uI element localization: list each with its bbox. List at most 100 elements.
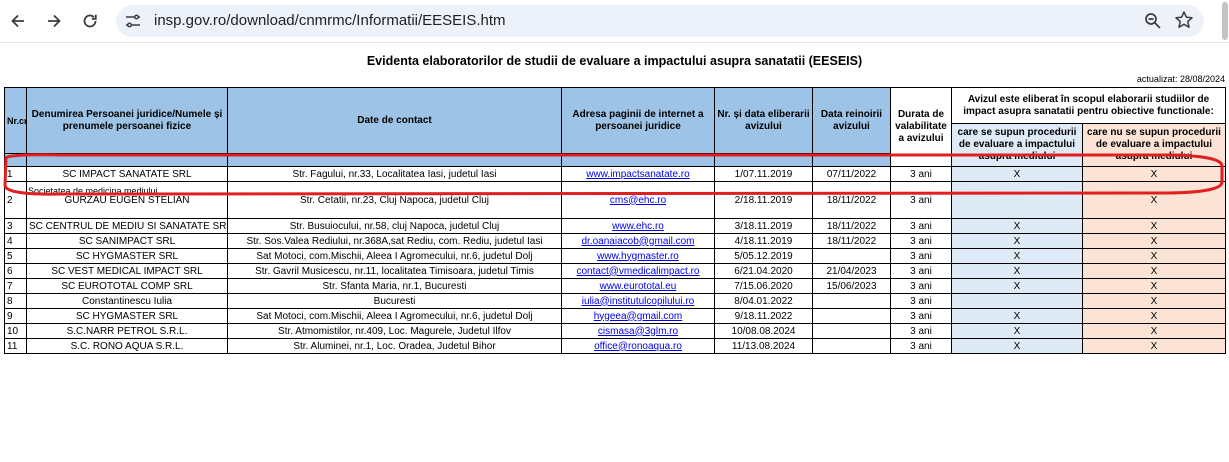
cell-web-link[interactable]: contact@vmedicalimpact.ro bbox=[577, 266, 700, 277]
table-row: 5 SC HYGMASTER SRL Sat Motoci, com.Misch… bbox=[4, 248, 1226, 264]
cell-name: SC VEST MEDICAL IMPACT SRL bbox=[26, 263, 228, 279]
cell-purpose-b: X bbox=[1082, 263, 1226, 279]
cell-contact: Str. Aluminei, nr.1, Loc. Oradea, Judetu… bbox=[227, 338, 562, 354]
cell-name: SC HYGMASTER SRL bbox=[26, 248, 228, 264]
reload-button[interactable] bbox=[78, 9, 102, 33]
cell-nr: 3 bbox=[4, 218, 27, 234]
cell-issued: 8/04.01.2022 bbox=[714, 293, 813, 309]
cell-issued: 3/18.11.2019 bbox=[714, 218, 813, 234]
cell-validity: 3 ani bbox=[890, 248, 952, 264]
header-filler bbox=[227, 153, 562, 167]
site-settings-icon[interactable] bbox=[124, 12, 142, 30]
cell-renewed bbox=[812, 308, 891, 324]
registry-table: Nr.crt. Denumirea Persoanei juridice/Num… bbox=[4, 87, 1226, 354]
cell-name: SC HYGMASTER SRL bbox=[26, 308, 228, 324]
table-row: 4 SC SANIMPACT SRL Str. Sos.Valea Rediul… bbox=[4, 233, 1226, 249]
updated-date: actualizat: 28/08/2024 bbox=[1136, 74, 1225, 84]
cell-web-link[interactable]: cms@ehc.ro bbox=[610, 195, 666, 206]
table-row: 9 SC HYGMASTER SRL Sat Motoci, com.Misch… bbox=[4, 308, 1226, 324]
cell-name: S.C. RONO AQUA S.R.L. bbox=[26, 338, 228, 354]
cell-web-link[interactable]: iulia@institutulcopilului.ro bbox=[582, 296, 694, 307]
header-filler bbox=[561, 153, 715, 167]
cell-web-link[interactable]: www.impactsanatate.ro bbox=[586, 169, 689, 180]
bookmark-star-icon[interactable] bbox=[1174, 10, 1194, 30]
cell-renewed bbox=[812, 338, 891, 354]
cell-issued: 11/13.08.2024 bbox=[714, 338, 813, 354]
header-name: Denumirea Persoanei juridice/Numele și p… bbox=[26, 87, 228, 154]
cell-nr: 6 bbox=[4, 263, 27, 279]
header-contact: Date de contact bbox=[227, 87, 562, 154]
cell-purpose-a: X bbox=[951, 308, 1083, 324]
header-nr: Nr.crt. bbox=[4, 87, 27, 154]
cell-web-link[interactable]: cismasa@3glm.ro bbox=[598, 326, 678, 337]
cell-contact: Str. Cetatii, nr.23, Cluj Napoca, judetu… bbox=[227, 181, 562, 219]
cell-purpose-b: X bbox=[1082, 293, 1226, 309]
table-row: 3 SC CENTRUL DE MEDIU SI SANATATE SRL St… bbox=[4, 218, 1226, 234]
cell-purpose-a bbox=[951, 181, 1083, 219]
cell-nr: 8 bbox=[4, 293, 27, 309]
cell-contact: Sat Motoci, com.Mischii, Aleea I Agromec… bbox=[227, 308, 562, 324]
address-bar[interactable]: insp.gov.ro/download/cnmrmc/Informatii/E… bbox=[116, 5, 1204, 37]
back-button[interactable] bbox=[6, 9, 30, 33]
url-text[interactable]: insp.gov.ro/download/cnmrmc/Informatii/E… bbox=[154, 12, 506, 29]
cell-validity: 3 ani bbox=[890, 181, 952, 219]
cell-validity: 3 ani bbox=[890, 338, 952, 354]
forward-button[interactable] bbox=[42, 9, 66, 33]
cell-issued: 9/18.11.2022 bbox=[714, 308, 813, 324]
cell-nr: 7 bbox=[4, 278, 27, 294]
cell-web-link[interactable]: hygeea@gmail.com bbox=[594, 311, 683, 322]
cell-purpose-a: X bbox=[951, 248, 1083, 264]
cell-issued: 5/05.12.2019 bbox=[714, 248, 813, 264]
cell-validity: 3 ani bbox=[890, 233, 952, 249]
cell-purpose-a: X bbox=[951, 338, 1083, 354]
cell-purpose-b: X bbox=[1082, 233, 1226, 249]
cell-purpose-a: X bbox=[951, 233, 1083, 249]
cell-web-link[interactable]: www.ehc.ro bbox=[612, 221, 664, 232]
cell-nr: 11 bbox=[4, 338, 27, 354]
cell-validity: 3 ani bbox=[890, 166, 952, 182]
cell-renewed bbox=[812, 248, 891, 264]
cell-issued: 7/15.06.2020 bbox=[714, 278, 813, 294]
zoom-icon[interactable] bbox=[1144, 12, 1162, 30]
cell-purpose-a: X bbox=[951, 263, 1083, 279]
table-row: 2 GURZAU EUGEN STELIAN Str. Cetatii, nr.… bbox=[4, 181, 1226, 219]
cell-web-link[interactable]: dr.oanaiacob@gmail.com bbox=[582, 236, 695, 247]
cell-issued: 6/21.04.2020 bbox=[714, 263, 813, 279]
cell-purpose-b: X bbox=[1082, 308, 1226, 324]
header-filler bbox=[26, 153, 228, 167]
cell-issued: 1/07.11.2019 bbox=[714, 166, 813, 182]
cell-contact: Str. Busuiocului, nr.58, cluj Napoca, ju… bbox=[227, 218, 562, 234]
cell-name: SC IMPACT SANATATE SRL bbox=[26, 166, 228, 182]
cell-nr: 5 bbox=[4, 248, 27, 264]
cell-validity: 3 ani bbox=[890, 308, 952, 324]
cell-purpose-a: X bbox=[951, 278, 1083, 294]
cell-renewed: 15/06/2023 bbox=[812, 278, 891, 294]
cell-nr: 1 bbox=[4, 166, 27, 182]
cell-purpose-a: X bbox=[951, 323, 1083, 339]
header-web: Adresa paginii de internet a persoanei j… bbox=[561, 87, 715, 154]
cell-purpose-b: X bbox=[1082, 166, 1226, 182]
cell-nr: 2 bbox=[4, 181, 27, 219]
cell-purpose-b: X bbox=[1082, 218, 1226, 234]
header-purpose-b: care nu se supun procedurii de evaluare … bbox=[1082, 123, 1226, 167]
table-row: 11 S.C. RONO AQUA S.R.L. Str. Aluminei, … bbox=[4, 338, 1226, 354]
cell-renewed: 18/11/2022 bbox=[812, 181, 891, 219]
cell-web-link[interactable]: www.eurototal.eu bbox=[600, 281, 677, 292]
cell-web-link[interactable]: office@ronoaqua.ro bbox=[594, 341, 682, 352]
table-row: 1 SC IMPACT SANATATE SRL Str. Fagului, n… bbox=[4, 166, 1226, 182]
scrollbar[interactable] bbox=[1221, 0, 1229, 42]
cell-validity: 3 ani bbox=[890, 218, 952, 234]
cell-renewed: 18/11/2022 bbox=[812, 218, 891, 234]
cell-purpose-b: X bbox=[1082, 338, 1226, 354]
header-filler bbox=[812, 153, 891, 167]
header-purpose: Avizul este eliberat în scopul elaborari… bbox=[951, 87, 1226, 124]
cell-issued: 4/18.11.2019 bbox=[714, 233, 813, 249]
forward-arrow-icon bbox=[48, 14, 61, 28]
cell-contact: Str. Atmomistilor, nr.409, Loc. Magurele… bbox=[227, 323, 562, 339]
cell-purpose-a bbox=[951, 293, 1083, 309]
cell-purpose-b: X bbox=[1082, 248, 1226, 264]
cell-renewed: 18/11/2022 bbox=[812, 233, 891, 249]
cell-web-link[interactable]: www.hygmaster.ro bbox=[597, 251, 679, 262]
table-row: 8 Constantinescu Iulia Bucuresti iulia@i… bbox=[4, 293, 1226, 309]
cell-renewed: 21/04/2023 bbox=[812, 263, 891, 279]
